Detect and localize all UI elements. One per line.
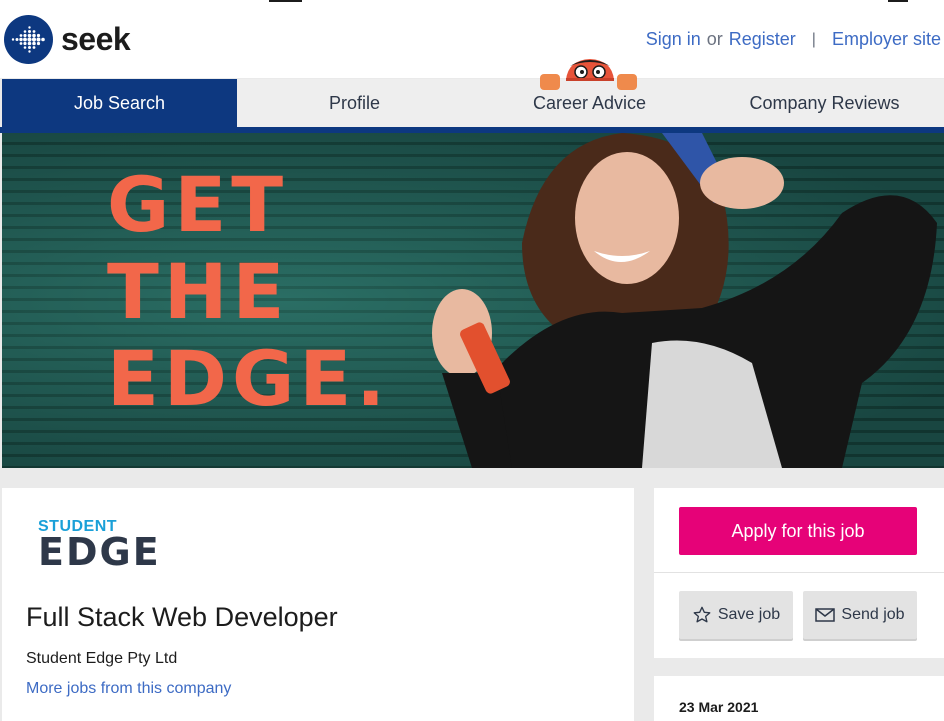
employer-site-link[interactable]: Employer site — [832, 29, 941, 50]
posted-date: 23 Mar 2021 — [679, 699, 759, 715]
divider — [654, 572, 944, 573]
more-jobs-link[interactable]: More jobs from this company — [26, 680, 231, 698]
job-summary-card: STUDENT EDGE Full Stack Web Developer St… — [2, 488, 634, 721]
save-job-button[interactable]: Save job — [679, 591, 793, 639]
star-icon — [693, 606, 711, 623]
register-link[interactable]: Register — [729, 29, 796, 50]
tab-label: Career Advice — [532, 92, 647, 113]
send-job-label: Send job — [841, 606, 905, 623]
seek-logo[interactable]: seek — [4, 14, 131, 64]
apply-button[interactable]: Apply for this job — [679, 507, 917, 555]
job-title: Full Stack Web Developer — [26, 602, 338, 632]
tab-profile[interactable]: Profile — [237, 79, 472, 127]
apply-button-label: Apply for this job — [731, 520, 865, 541]
or-text: or — [706, 29, 723, 49]
job-meta-card: 23 Mar 2021 — [654, 676, 944, 721]
envelope-icon — [815, 608, 836, 622]
auth-links: Sign in or Register | Employer site — [646, 29, 941, 50]
tab-label: Company Reviews — [749, 92, 900, 113]
auth-separator: | — [811, 30, 816, 48]
top-edge-line — [888, 0, 908, 2]
tab-label: Job Search — [73, 92, 166, 113]
tab-job-search[interactable]: Job Search — [2, 79, 237, 127]
sign-in-link[interactable]: Sign in — [646, 29, 701, 50]
company-name: Student Edge Pty Ltd — [26, 650, 178, 667]
main-nav: Job Search Profile Career Advice Company… — [2, 79, 944, 127]
send-job-button[interactable]: Send job — [803, 591, 917, 639]
company-logo[interactable]: STUDENT EDGE — [38, 518, 161, 574]
woman-with-headphones-image — [432, 133, 937, 468]
tab-company-reviews[interactable]: Company Reviews — [707, 79, 942, 127]
company-logo-bottom: EDGE — [38, 530, 161, 574]
tab-label: Profile — [328, 92, 381, 113]
hero-banner: GET THE EDGE. — [2, 133, 944, 468]
save-job-label: Save job — [717, 606, 781, 623]
job-actions-card: Apply for this job Save job Send job — [654, 488, 944, 658]
seek-logo-text: seek — [61, 20, 131, 57]
seek-logo-icon — [4, 14, 53, 64]
top-edge-line — [269, 0, 302, 2]
site-header: seek Sign in or Register | Employer site — [0, 0, 944, 78]
mascot-icon — [540, 59, 637, 90]
